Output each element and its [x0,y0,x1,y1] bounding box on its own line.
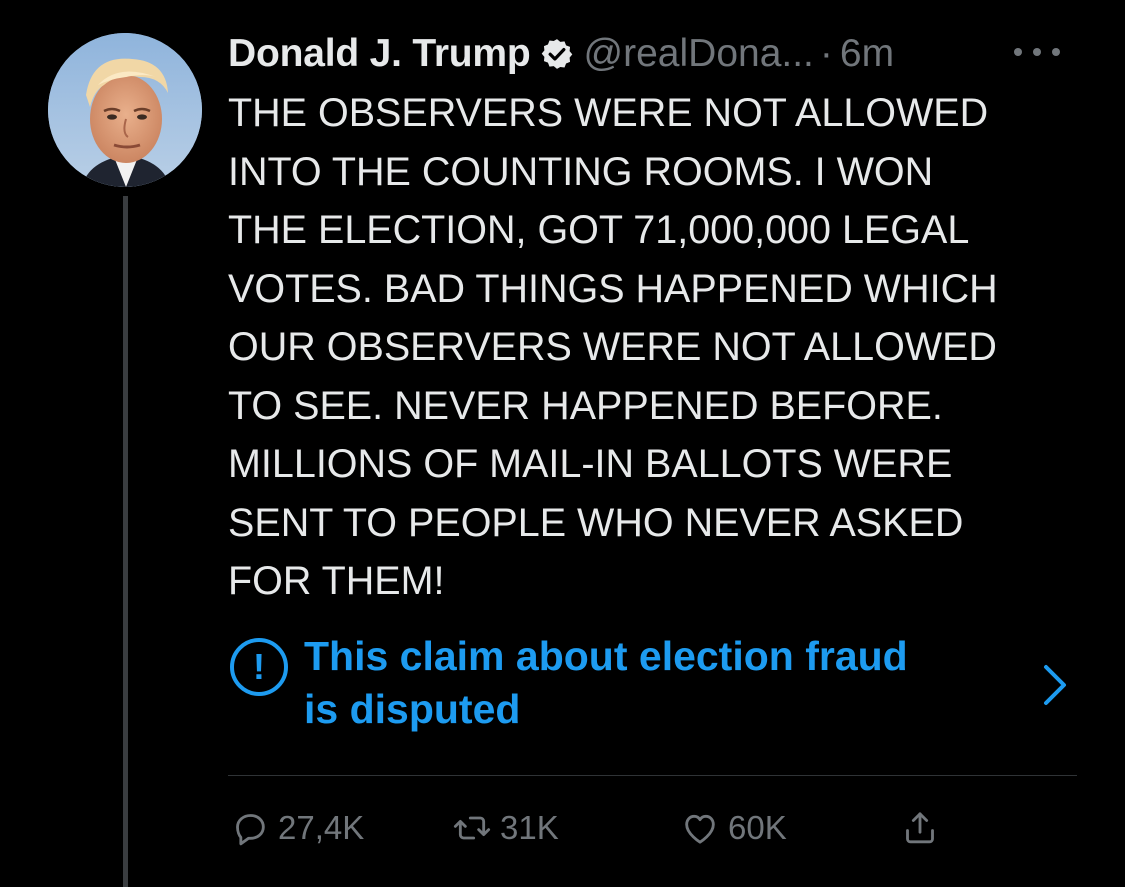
retweet-count: 31K [500,809,559,846]
tweet-text: THE OBSERVERS WERE NOT ALLOWED INTO THE … [228,84,1098,611]
action-bar: 27,4K 31K 60K [228,800,1077,856]
more-dot [1014,48,1022,56]
handle[interactable]: @realDona... [584,32,814,76]
tweet-line: OUR OBSERVERS WERE NOT ALLOWED [228,325,997,369]
timestamp[interactable]: 6m [840,32,894,76]
thread-line [123,196,128,887]
reply-count: 27,4K [278,809,365,846]
divider [228,775,1077,776]
display-name[interactable]: Donald J. Trump [228,32,531,76]
tweet-line: FOR THEM! [228,559,445,603]
exclamation-circle-icon: ! [230,638,288,696]
retweet-icon [453,816,491,840]
like-button[interactable]: 60K [680,800,787,856]
tweet-line: VOTES. BAD THINGS HAPPENED WHICH [228,266,998,311]
retweet-button[interactable]: 31K [452,800,559,856]
tweet: Donald J. Trump @realDona... · 6m THE OB… [0,0,1125,887]
share-icon [906,812,934,844]
disputed-claim-notice[interactable]: ! This claim about election fraud is dis… [228,630,1068,740]
notice-line: This claim about election fraud [304,633,908,679]
tweet-line: SENT TO PEOPLE WHO NEVER ASKED [228,500,964,545]
tweet-line: MILLIONS OF MAIL-IN BALLOTS WERE [228,442,953,486]
separator-dot: · [819,32,833,75]
chevron-right-icon [1044,665,1066,705]
exclamation-glyph: ! [253,646,265,687]
tweet-header: Donald J. Trump @realDona... · 6m [228,30,1088,78]
more-dot [1033,48,1041,56]
like-icon [685,814,715,844]
verified-badge-icon [541,39,572,69]
reply-button[interactable]: 27,4K [230,800,364,856]
reply-icon [236,814,265,846]
tweet-line: INTO THE COUNTING ROOMS. I WON [228,149,934,194]
share-button[interactable] [900,800,940,856]
more-dot [1052,48,1060,56]
more-options-icon[interactable] [1014,42,1060,62]
tweet-line: THE OBSERVERS WERE NOT ALLOWED [228,91,989,135]
notice-label: This claim about election fraud is dispu… [304,630,1024,736]
tweet-line: THE ELECTION, GOT 71,000,000 LEGAL [228,208,970,252]
like-count: 60K [728,809,787,846]
avatar[interactable] [48,33,202,187]
avatar-image [48,33,202,187]
notice-line: is disputed [304,686,521,732]
tweet-line: TO SEE. NEVER HAPPENED BEFORE. [228,383,943,428]
